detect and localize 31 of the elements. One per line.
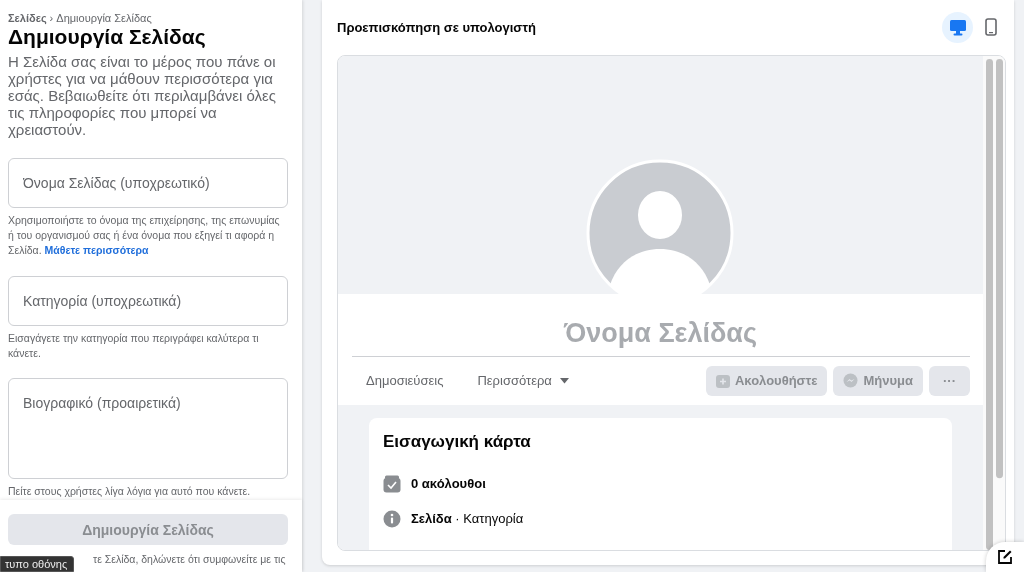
edit-icon <box>997 549 1013 565</box>
checkbox-stack-icon <box>383 474 401 493</box>
breadcrumb-item[interactable]: Σελίδες <box>8 12 47 24</box>
preview-title: Προεπισκόπηση σε υπολογιστή <box>337 19 536 35</box>
breadcrumb-item: Δημιουργία Σελίδας <box>56 12 152 24</box>
learn-more-link[interactable]: Μάθετε περισσότερα <box>44 244 149 256</box>
page-tab[interactable]: Περισσότερα <box>463 373 583 389</box>
add-icon <box>715 373 730 388</box>
input-field[interactable]: Κατηγορία (υποχρεωτικά) <box>8 276 288 326</box>
compose-button[interactable] <box>986 542 1024 572</box>
info-icon <box>383 509 401 528</box>
help-text: Χρησιμοποιήστε το όνομα της επιχείρησης, της επωνυμίας ή του οργανισμού σας ή ένα όνομα που εξηγεί τι αφορά η Σελίδα. Μάθετε περισσότερα <box>8 213 281 258</box>
page-category: Σελίδα · Κατηγορία <box>411 511 524 526</box>
desktop-view-button[interactable] <box>942 11 973 43</box>
description: Η Σελίδα σας είναι το μέρος που πάνε οι χρήστες για να μάθουν περισσότερα για εσάς. Βεβαιωθείτε ότι περιλαμβάνει όλες τις πληροφορίες που μπορεί να χρειαστούν. <box>8 53 277 138</box>
page-title: Δημιουργία Σελίδας <box>8 25 207 49</box>
help-text: Εισαγάγετε την κατηγορία που περιγράφει καλύτερα τι κάνετε. <box>8 331 260 361</box>
followers-count: 0 ακόλουθοι <box>411 476 486 491</box>
terms-text: τε Σελίδα, δηλώνετε ότι συμφωνείτε με τις <box>93 553 286 566</box>
input-field[interactable]: Όνομα Σελίδας (υποχρεωτικό) <box>8 158 288 208</box>
breadcrumb-separator: › <box>49 12 54 24</box>
phone-icon <box>984 18 997 36</box>
bio-field[interactable]: Βιογραφικό (προαιρετικά) <box>8 378 288 479</box>
page-tab[interactable]: Δημοσιεύσεις <box>352 373 458 389</box>
messenger-icon <box>843 373 859 389</box>
page-name: Όνομα Σελίδας <box>562 318 758 350</box>
monitor-icon <box>948 18 967 36</box>
tooltip: τυπο οθόνης <box>0 556 75 572</box>
help-text: Πείτε στους χρήστες λίγα λόγια για αυτό που κάνετε. <box>8 484 252 499</box>
intro-title: Εισαγωγική κάρτα <box>383 432 532 452</box>
caret-icon <box>559 377 569 384</box>
